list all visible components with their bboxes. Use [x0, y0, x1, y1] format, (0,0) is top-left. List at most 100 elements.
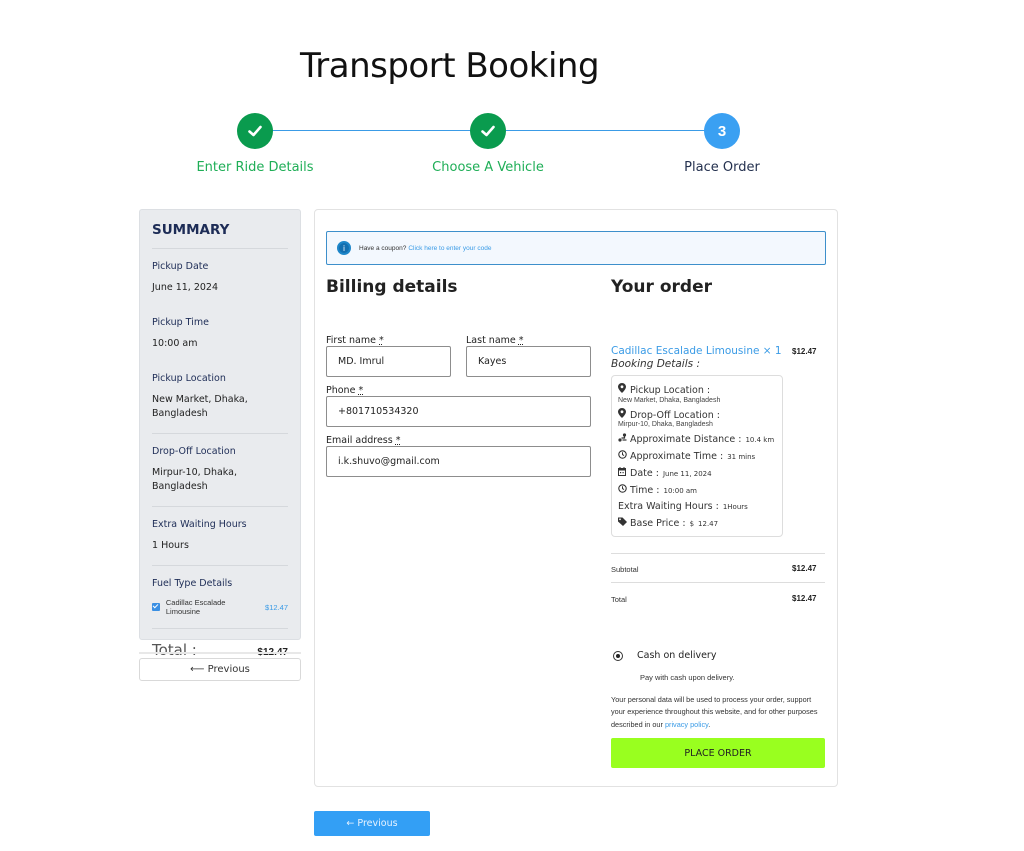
summary-label: Pickup Time — [152, 317, 209, 328]
order-item-name[interactable]: Cadillac Escalade Limousine — [611, 345, 759, 357]
label-text: Phone — [326, 385, 356, 396]
label-text: Email address — [326, 435, 393, 446]
summary-label: Drop-Off Location — [152, 446, 236, 457]
fuel-item-price: $12.47 — [265, 602, 288, 612]
first-name-label: First name * — [326, 335, 384, 346]
step-number: 3 — [717, 122, 727, 140]
step-1-indicator — [237, 113, 273, 149]
divider — [152, 506, 288, 507]
email-input[interactable]: i.k.shuvo@gmail.com — [326, 446, 591, 477]
bd-value: Mirpur-10, Dhaka, Bangladesh — [618, 421, 713, 429]
coupon-notice: i Have a coupon? Click here to enter you… — [326, 231, 826, 265]
label-text: Last name — [466, 335, 516, 346]
summary-value: New Market, Dhaka, Bangladesh — [152, 394, 248, 419]
bd-base-price: Base Price : $ 12.47 — [618, 516, 776, 533]
privacy-end: . — [708, 719, 711, 729]
bd-label: Date : — [630, 467, 659, 479]
summary-total: Total : $12.47 — [152, 641, 288, 659]
cod-radio[interactable] — [613, 651, 623, 661]
summary-extra-waiting: Extra Waiting Hours 1 Hours — [152, 519, 288, 553]
coupon-link[interactable]: Click here to enter your code — [408, 245, 491, 252]
summary-pickup-time: Pickup Time 10:00 am — [152, 317, 288, 351]
last-name-input[interactable]: Kayes — [466, 346, 591, 377]
divider — [152, 628, 288, 629]
fuel-checkbox[interactable] — [152, 603, 160, 611]
divider — [611, 553, 825, 554]
summary-pickup-location: Pickup Location New Market, Dhaka, Bangl… — [152, 373, 288, 421]
clock-icon — [618, 449, 630, 465]
summary-pickup-date: Pickup Date June 11, 2024 — [152, 261, 288, 295]
summary-fuel: Fuel Type Details Cadillac Escalade Limo… — [152, 578, 288, 616]
route-icon — [618, 432, 630, 448]
sidebar-previous-button[interactable]: ⟵ Previous — [139, 658, 301, 681]
summary-value: 10:00 am — [152, 338, 198, 349]
phone-input[interactable]: +801710534320 — [326, 396, 591, 427]
summary-label: Pickup Date — [152, 261, 209, 272]
bd-label: Approximate Distance : — [630, 434, 742, 446]
booking-details-label: Booking Details : — [611, 358, 700, 370]
bd-date: Date : June 11, 2024 — [618, 466, 776, 483]
step-3-label: Place Order — [684, 160, 760, 175]
total-value: $12.47 — [792, 594, 817, 603]
order-item: Cadillac Escalade Limousine × 1 — [611, 345, 782, 357]
first-name-input[interactable]: MD. Imrul — [326, 346, 451, 377]
step-1-label[interactable]: Enter Ride Details — [175, 160, 335, 175]
required-marker: * — [395, 435, 401, 446]
summary-label: Fuel Type Details — [152, 578, 233, 589]
bd-value: 12.47 — [698, 519, 719, 528]
divider — [152, 565, 288, 566]
bd-time: Time : 10:00 am — [618, 483, 776, 500]
phone-label: Phone * — [326, 385, 363, 396]
summary-value: 1 Hours — [152, 540, 189, 551]
cod-description: Pay with cash upon delivery. — [640, 673, 735, 682]
required-marker: * — [518, 335, 524, 346]
summary-dropoff-location: Drop-Off Location Mirpur-10, Dhaka, Bang… — [152, 446, 288, 494]
email-label: Email address * — [326, 435, 400, 446]
order-item-qty: × 1 — [762, 345, 782, 357]
bd-value: June 11, 2024 — [662, 469, 712, 478]
bd-value: 10.4 km — [745, 436, 775, 445]
last-name-label: Last name * — [466, 335, 524, 346]
bd-label: Extra Waiting Hours : — [618, 501, 719, 513]
label-text: First name — [326, 335, 376, 346]
bd-currency: $ — [689, 519, 695, 528]
bd-label: Base Price : — [630, 517, 686, 529]
summary-panel: SUMMARY Pickup Date June 11, 2024 Pickup… — [139, 209, 301, 659]
bd-label: Approximate Time : — [630, 451, 724, 463]
calendar-icon — [618, 466, 630, 482]
coupon-question: Have a coupon? — [359, 244, 407, 252]
booking-details-box: Pickup Location : New Market, Dhaka, Ban… — [611, 375, 783, 537]
bd-value: 1Hours — [722, 503, 748, 512]
page-title: Transport Booking — [300, 46, 600, 86]
summary-label: Extra Waiting Hours — [152, 519, 247, 530]
divider — [139, 652, 301, 654]
summary-label: Pickup Location — [152, 373, 226, 384]
billing-title: Billing details — [326, 277, 458, 297]
step-connector — [272, 130, 472, 131]
total-label: Total — [611, 595, 627, 604]
step-3-indicator: 3 — [704, 113, 740, 149]
step-2-label[interactable]: Choose A Vehicle — [408, 160, 568, 175]
bd-distance: Approximate Distance : 10.4 km — [618, 432, 776, 449]
bd-label: Time : — [630, 484, 660, 496]
required-marker: * — [358, 385, 364, 396]
order-title: Your order — [611, 277, 712, 297]
fuel-option[interactable]: Cadillac Escalade Limousine $12.47 — [152, 598, 288, 616]
divider — [152, 433, 288, 434]
check-icon — [248, 125, 262, 137]
previous-button[interactable]: ← Previous — [314, 811, 430, 836]
cod-label[interactable]: Cash on delivery — [637, 650, 716, 661]
fuel-item-name: Cadillac Escalade Limousine — [165, 598, 226, 616]
privacy-policy-link[interactable]: privacy policy — [665, 720, 708, 729]
clock-icon — [618, 483, 630, 499]
summary-title: SUMMARY — [152, 222, 288, 249]
privacy-notice: Your personal data will be used to proce… — [611, 694, 826, 731]
privacy-text: Your personal data will be used to proce… — [611, 695, 818, 729]
summary-value: June 11, 2024 — [152, 282, 219, 293]
bd-value: New Market, Dhaka, Bangladesh — [618, 396, 721, 404]
step-connector — [506, 130, 706, 131]
place-order-button[interactable]: PLACE ORDER — [611, 738, 825, 768]
order-item-price: $12.47 — [792, 347, 817, 356]
bd-value: 10:00 am — [663, 486, 697, 495]
check-icon — [481, 125, 495, 137]
